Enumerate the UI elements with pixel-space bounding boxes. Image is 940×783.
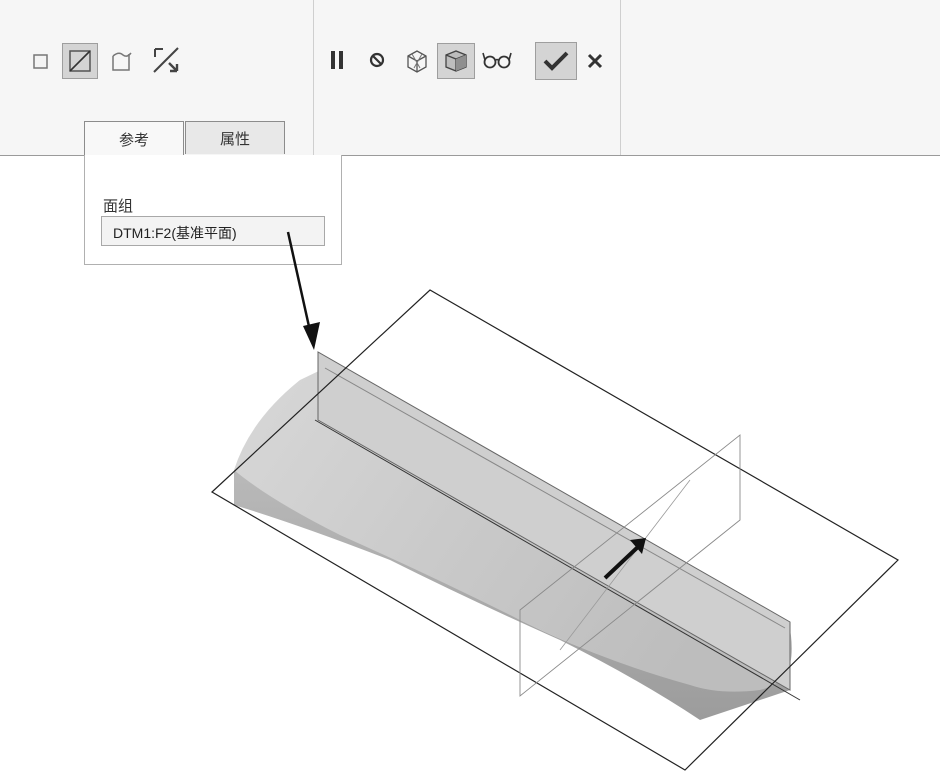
datum-quilt-face <box>317 351 791 691</box>
pause-button[interactable] <box>324 46 350 74</box>
feature-dashboard: 参考 属性 <box>0 0 940 156</box>
flip-direction-tool[interactable] <box>148 42 184 78</box>
thicken-side-icon <box>69 50 91 72</box>
pause-icon <box>331 51 343 69</box>
references-panel: 面组 DTM1:F2(基准平面) <box>84 155 342 265</box>
ok-button[interactable] <box>535 42 577 80</box>
attached-preview-icon <box>445 50 467 72</box>
no-preview-button[interactable] <box>365 48 389 72</box>
model-side-face <box>234 470 790 720</box>
thicken-side-tool[interactable] <box>62 43 98 79</box>
ribbon-separator <box>313 0 314 155</box>
tab-references[interactable]: 参考 <box>84 121 184 156</box>
thicken-direction-arrow <box>603 543 642 580</box>
verify-preview-button[interactable] <box>480 47 514 73</box>
geometry-preview-icon <box>407 50 427 73</box>
cancel-x-icon <box>587 53 603 69</box>
quilt-collector-field[interactable]: DTM1:F2(基准平面) <box>101 216 325 246</box>
datum-plane-secondary <box>519 434 741 697</box>
ok-checkmark-icon <box>543 51 569 71</box>
one-side-tool[interactable] <box>30 48 52 74</box>
attached-preview-button[interactable] <box>437 43 475 79</box>
no-preview-icon <box>369 52 385 68</box>
geometry-preview-button[interactable] <box>401 45 433 77</box>
dashboard-tabs: 参考 属性 <box>84 121 285 156</box>
tab-properties[interactable]: 属性 <box>185 121 285 154</box>
cancel-button[interactable] <box>583 48 607 74</box>
quilt-surface-icon <box>112 52 132 71</box>
model-top-face <box>234 368 792 692</box>
quilt-label: 面组 <box>103 198 134 215</box>
datum-plane-dtm1 <box>211 289 899 771</box>
one-side-icon <box>33 54 48 69</box>
verify-preview-icon <box>482 52 512 69</box>
quilt-surface-tool[interactable] <box>106 44 136 76</box>
ribbon-separator <box>620 0 621 155</box>
flip-direction-icon <box>153 47 179 73</box>
